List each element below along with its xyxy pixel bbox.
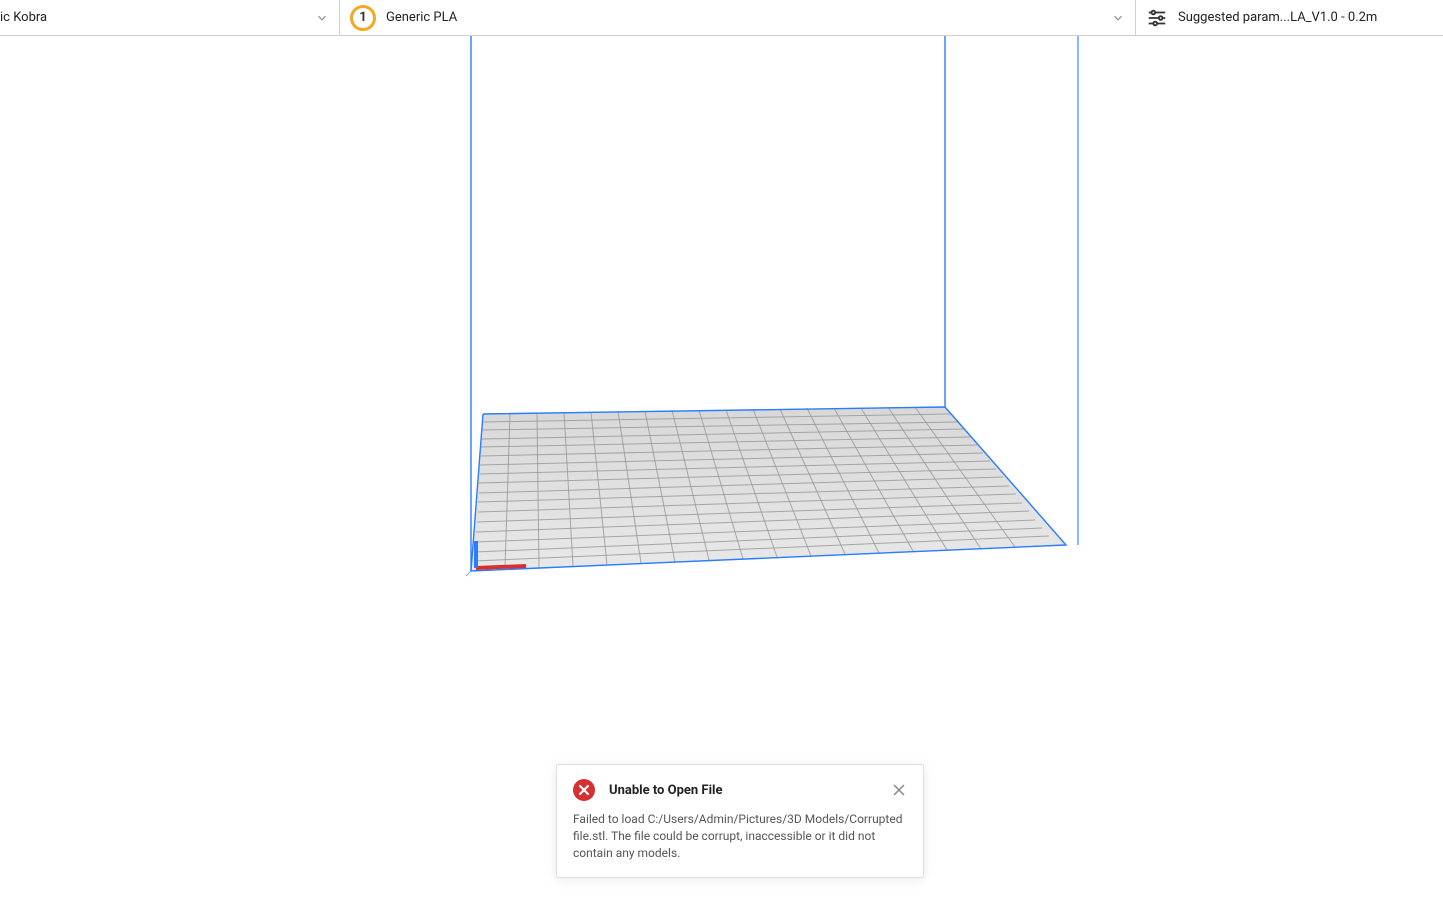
material-selector[interactable]: 1 Generic PLA [340,0,1136,35]
printer-selector[interactable]: ic Kobra [0,0,340,35]
extruder-number: 1 [359,10,366,25]
close-icon[interactable] [891,782,907,798]
chevron-down-icon [1111,11,1125,25]
error-toast: Unable to Open File Failed to load C:/Us… [556,764,924,878]
toast-body: Failed to load C:/Users/Admin/Pictures/3… [573,811,907,861]
profile-label: Suggested param...LA_V1.0 - 0.2m [1178,10,1443,25]
error-icon [573,779,595,801]
toast-header: Unable to Open File [573,779,907,801]
chevron-down-icon [315,11,329,25]
toast-title: Unable to Open File [609,783,891,798]
sliders-icon [1146,7,1168,29]
material-label: Generic PLA [386,10,1103,25]
extruder-badge: 1 [350,5,376,31]
profile-selector[interactable]: Suggested param...LA_V1.0 - 0.2m [1136,0,1443,35]
printer-label: ic Kobra [0,10,307,25]
top-toolbar: ic Kobra 1 Generic PLA Suggested param..… [0,0,1443,36]
